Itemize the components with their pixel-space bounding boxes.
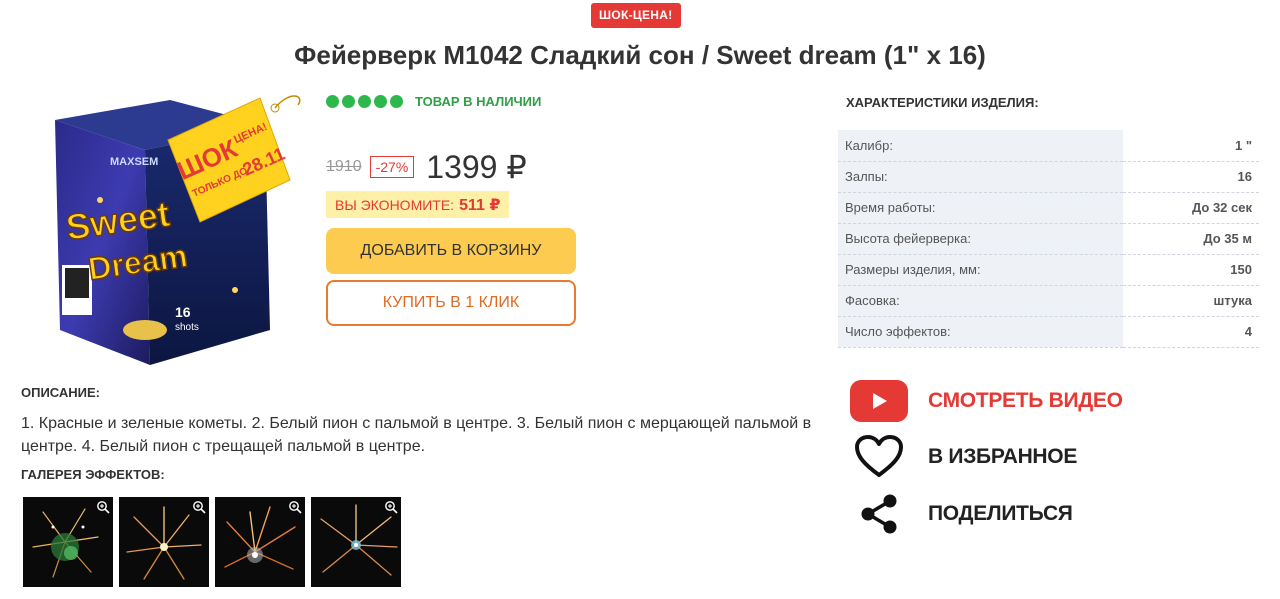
spec-row: Залпы: 16 [838, 161, 1259, 193]
buy-one-click-button[interactable]: КУПИТЬ В 1 КЛИК [326, 280, 576, 326]
price-row: 1910 -27% 1399 ₽ [326, 148, 527, 186]
stock-indicator: ТОВАР В НАЛИЧИИ [326, 94, 541, 109]
description-heading: ОПИСАНИЕ: [21, 385, 100, 400]
gallery-thumb[interactable] [119, 497, 209, 587]
spec-value: До 35 м [1123, 223, 1259, 255]
spec-key: Размеры изделия, мм: [838, 254, 1123, 286]
spec-row: Время работы: До 32 сек [838, 192, 1259, 224]
discount-badge: -27% [369, 156, 415, 178]
add-to-cart-button[interactable]: ДОБАВИТЬ В КОРЗИНУ [326, 228, 576, 274]
product-image[interactable]: MAXSEM Sweet Dream 16 shots GP487 ШОК ЦЕ… [50, 90, 305, 370]
zoom-icon[interactable] [384, 500, 398, 514]
spec-value: До 32 сек [1123, 192, 1259, 224]
effects-gallery [23, 497, 401, 587]
spec-key: Высота фейерверка: [838, 223, 1123, 255]
product-brand: MAXSEM [110, 156, 158, 168]
spec-value: 150 [1123, 254, 1259, 286]
stock-dot [342, 95, 355, 108]
favorites-label: В ИЗБРАННОЕ [928, 445, 1078, 468]
product-code: GP487 [65, 304, 84, 310]
gallery-heading: ГАЛЕРЕЯ ЭФФЕКТОВ: [21, 467, 165, 482]
gallery-thumb[interactable] [215, 497, 305, 587]
add-to-favorites-action[interactable]: В ИЗБРАННОЕ [850, 435, 1078, 478]
play-icon [850, 380, 908, 422]
zoom-icon[interactable] [192, 500, 206, 514]
stock-dot [390, 95, 403, 108]
spec-value: штука [1123, 285, 1259, 317]
spec-row: Высота фейерверка: До 35 м [838, 223, 1259, 255]
watch-video-label: СМОТРЕТЬ ВИДЕО [928, 389, 1123, 412]
page-title: Фейерверк М1042 Сладкий сон / Sweet drea… [294, 40, 986, 70]
spec-value: 16 [1123, 161, 1259, 193]
specs-heading: ХАРАКТЕРИСТИКИ ИЗДЕЛИЯ: [846, 95, 1039, 110]
heart-icon [850, 435, 908, 478]
savings-label: ВЫ ЭКОНОМИТЕ: [335, 196, 455, 213]
gallery-thumb[interactable] [311, 497, 401, 587]
spec-row: Фасовка: штука [838, 285, 1259, 317]
stock-dot [326, 95, 339, 108]
product-shots-label: shots [175, 322, 199, 333]
product-shots: 16 [175, 304, 191, 320]
description-text: 1. Красные и зеленые кометы. 2. Белый пи… [21, 415, 812, 455]
spec-key: Залпы: [838, 161, 1123, 193]
stock-dot [358, 95, 371, 108]
specs-table: Калибр: 1 " Залпы: 16 Время работы: До 3… [838, 130, 1259, 348]
stock-dot [374, 95, 387, 108]
gallery-thumb[interactable] [23, 497, 113, 587]
current-price: 1399 ₽ [426, 149, 527, 185]
spec-row: Размеры изделия, мм: 150 [838, 254, 1259, 286]
spec-value: 1 " [1123, 130, 1259, 162]
share-icon [850, 493, 908, 535]
old-price: 1910 [326, 158, 362, 175]
stock-level-dots [326, 95, 403, 108]
spec-key: Калибр: [838, 130, 1123, 162]
spec-key: Число эффектов: [838, 316, 1123, 348]
spec-row: Калибр: 1 " [838, 130, 1259, 162]
savings-value: 511 ₽ [459, 196, 501, 214]
share-action[interactable]: ПОДЕЛИТЬСЯ [850, 493, 1073, 535]
stock-label: ТОВАР В НАЛИЧИИ [415, 94, 542, 109]
spec-key: Время работы: [838, 192, 1123, 224]
share-label: ПОДЕЛИТЬСЯ [928, 502, 1073, 525]
watch-video-action[interactable]: СМОТРЕТЬ ВИДЕО [850, 380, 1123, 422]
savings-banner: ВЫ ЭКОНОМИТЕ: 511 ₽ [326, 191, 510, 218]
promo-badge: ШОК-ЦЕНА! [591, 3, 681, 28]
spec-row: Число эффектов: 4 [838, 316, 1259, 348]
zoom-icon[interactable] [288, 500, 302, 514]
spec-value: 4 [1123, 316, 1259, 348]
zoom-icon[interactable] [96, 500, 110, 514]
spec-key: Фасовка: [838, 285, 1123, 317]
